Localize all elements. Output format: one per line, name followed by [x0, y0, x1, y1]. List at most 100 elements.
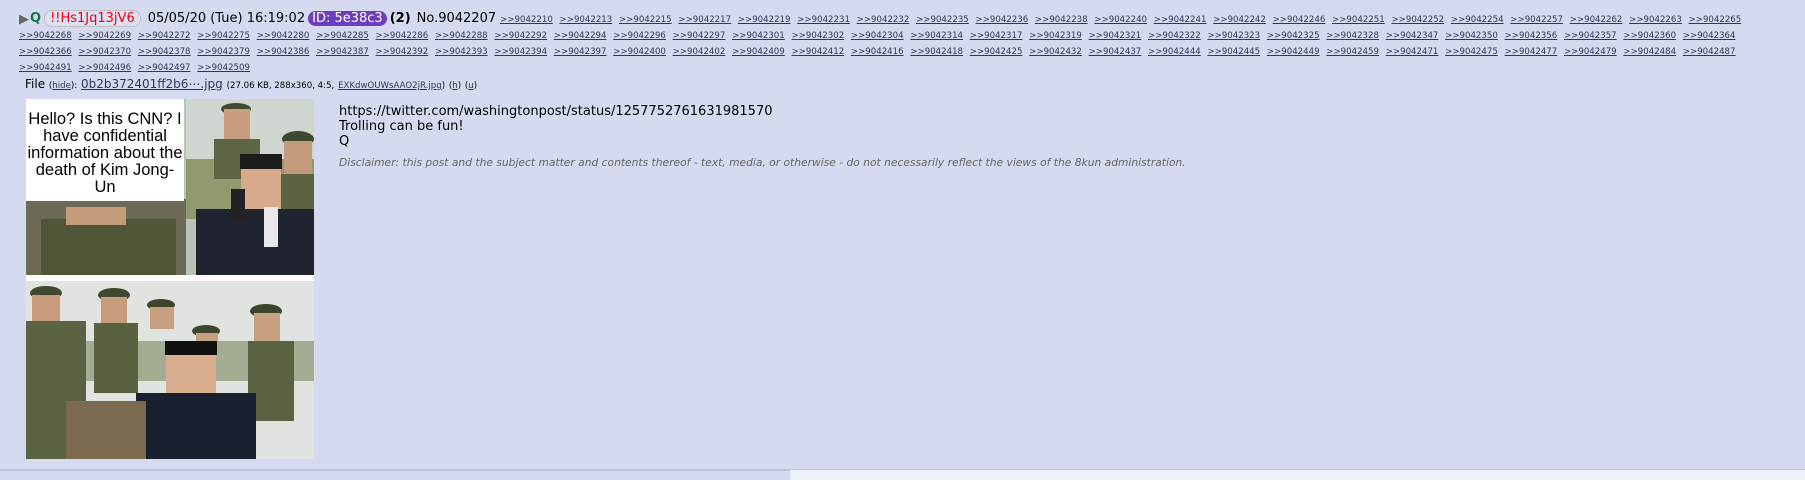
reply-link[interactable]: >>9042402 [673, 47, 726, 57]
reply-link[interactable]: >>9042418 [910, 47, 963, 57]
reply-link[interactable]: >>9042471 [1386, 47, 1439, 57]
body-line-text: Trolling can be fun! [339, 119, 464, 134]
reply-link[interactable]: >>9042487 [1683, 47, 1736, 57]
reply-link[interactable]: >>9042263 [1629, 15, 1682, 25]
reply-link[interactable]: >>9042444 [1148, 47, 1201, 57]
poster-name: Q [30, 11, 42, 26]
reply-link[interactable]: >>9042459 [1326, 47, 1379, 57]
reply-link[interactable]: >>9042412 [791, 47, 844, 57]
reply-link[interactable]: >>9042286 [376, 31, 429, 41]
reply-link[interactable]: >>9042445 [1207, 47, 1260, 57]
reply-link[interactable]: >>9042509 [197, 63, 250, 73]
reply-link[interactable]: >>9042269 [78, 31, 131, 41]
reply-link[interactable]: >>9042215 [619, 15, 672, 25]
reply-link[interactable]: >>9042231 [797, 15, 850, 25]
reply-link[interactable]: >>9042416 [851, 47, 904, 57]
reply-link[interactable]: >>9042232 [857, 15, 910, 25]
reply-link[interactable]: >>9042378 [138, 47, 191, 57]
original-filename-link[interactable]: EXKdwOUWsAAO2jR.jpg [338, 81, 442, 91]
reply-link[interactable]: >>9042217 [678, 15, 731, 25]
reply-link[interactable]: >>9042268 [19, 31, 72, 41]
body-line-signature: Q [339, 134, 350, 149]
h-link[interactable]: h [452, 81, 457, 91]
reply-link[interactable]: >>9042322 [1148, 31, 1201, 41]
reply-link[interactable]: >>9042275 [197, 31, 250, 41]
reply-link[interactable]: >>9042297 [673, 31, 726, 41]
reply-link[interactable]: >>9042425 [970, 47, 1023, 57]
reply-link[interactable]: >>9042280 [257, 31, 310, 41]
reply-link[interactable]: >>9042328 [1326, 31, 1379, 41]
reply-link[interactable]: >>9042236 [976, 15, 1029, 25]
reply-link[interactable]: >>9042347 [1386, 31, 1439, 41]
file-name-link[interactable]: 0b2b372401ff2b6⋯.jpg [81, 77, 223, 91]
reply-link[interactable]: >>9042370 [78, 47, 131, 57]
reply-link[interactable]: >>9042496 [78, 63, 131, 73]
reply-link[interactable]: >>9042251 [1332, 15, 1385, 25]
reply-link[interactable]: >>9042400 [613, 47, 666, 57]
reply-link[interactable]: >>9042379 [197, 47, 250, 57]
reply-link[interactable]: >>9042265 [1689, 15, 1742, 25]
post-image-thumbnail[interactable]: Hello? Is this CNN? I have confidential … [26, 99, 314, 459]
reply-link[interactable]: >>9042301 [732, 31, 785, 41]
reply-link[interactable]: >>9042393 [435, 47, 488, 57]
reply-link[interactable]: >>9042325 [1267, 31, 1320, 41]
reply-link[interactable]: >>9042360 [1623, 31, 1676, 41]
reply-link[interactable]: >>9042356 [1505, 31, 1558, 41]
reply-link[interactable]: >>9042387 [316, 47, 369, 57]
reply-link[interactable]: >>9042288 [435, 31, 488, 41]
reply-link[interactable]: >>9042304 [851, 31, 904, 41]
expand-arrow-icon[interactable]: ▶ [19, 12, 29, 28]
reply-link[interactable]: >>9042432 [1029, 47, 1082, 57]
reply-link[interactable]: >>9042302 [791, 31, 844, 41]
reply-link[interactable]: >>9042479 [1564, 47, 1617, 57]
reply-link[interactable]: >>9042491 [19, 63, 72, 73]
disclaimer-text: Disclaimer: this post and the subject ma… [339, 156, 1186, 169]
reply-link[interactable]: >>9042397 [554, 47, 607, 57]
reply-link[interactable]: >>9042366 [19, 47, 72, 57]
reply-link[interactable]: >>9042475 [1445, 47, 1498, 57]
reply-link[interactable]: >>9042364 [1683, 31, 1736, 41]
post-datetime: 05/05/20 (Tue) 16:19:02 [147, 11, 306, 26]
reply-link[interactable]: >>9042246 [1273, 15, 1326, 25]
reply-link[interactable]: >>9042294 [554, 31, 607, 41]
reply-link[interactable]: >>9042321 [1089, 31, 1142, 41]
reply-link[interactable]: >>9042317 [970, 31, 1023, 41]
reply-link[interactable]: >>9042235 [916, 15, 969, 25]
reply-link[interactable]: >>9042449 [1267, 47, 1320, 57]
reply-link[interactable]: >>9042219 [738, 15, 791, 25]
reply-link[interactable]: >>9042241 [1154, 15, 1207, 25]
reply-link[interactable]: >>9042497 [138, 63, 191, 73]
reply-link[interactable]: >>9042323 [1207, 31, 1260, 41]
u-link[interactable]: u [468, 81, 473, 91]
reply-link[interactable]: >>9042292 [494, 31, 547, 41]
reply-link[interactable]: >>9042262 [1570, 15, 1623, 25]
reply-link[interactable]: >>9042394 [494, 47, 547, 57]
reply-link[interactable]: >>9042252 [1391, 15, 1444, 25]
reply-link[interactable]: >>9042254 [1451, 15, 1504, 25]
reply-link[interactable]: >>9042242 [1213, 15, 1266, 25]
reply-link[interactable]: >>9042484 [1623, 47, 1676, 57]
body-line-link[interactable]: https://twitter.com/washingtonpost/statu… [339, 104, 773, 119]
reply-link[interactable]: >>9042386 [257, 47, 310, 57]
reply-link[interactable]: >>9042392 [376, 47, 429, 57]
reply-link[interactable]: >>9042437 [1089, 47, 1142, 57]
hide-file-link[interactable]: hide [52, 81, 71, 91]
reply-link[interactable]: >>9042257 [1510, 15, 1563, 25]
reply-link[interactable]: >>9042238 [1035, 15, 1088, 25]
reply-link[interactable]: >>9042240 [1094, 15, 1147, 25]
reply-link[interactable]: >>9042296 [613, 31, 666, 41]
image-bottom-panel [26, 281, 314, 459]
reply-link[interactable]: >>9042350 [1445, 31, 1498, 41]
reply-link[interactable]: >>9042477 [1505, 47, 1558, 57]
post-number-link[interactable]: No.9042207 [417, 11, 496, 26]
reply-link[interactable]: >>9042285 [316, 31, 369, 41]
reply-link[interactable]: >>9042213 [560, 15, 613, 25]
reply-link[interactable]: >>9042319 [1029, 31, 1082, 41]
laughing-scene [26, 281, 314, 459]
poster-id-badge[interactable]: ID: 5e38c3 [308, 11, 387, 26]
reply-link[interactable]: >>9042357 [1564, 31, 1617, 41]
reply-link[interactable]: >>9042314 [910, 31, 963, 41]
reply-link[interactable]: >>9042210 [500, 15, 553, 25]
reply-link[interactable]: >>9042409 [732, 47, 785, 57]
reply-link[interactable]: >>9042272 [138, 31, 191, 41]
